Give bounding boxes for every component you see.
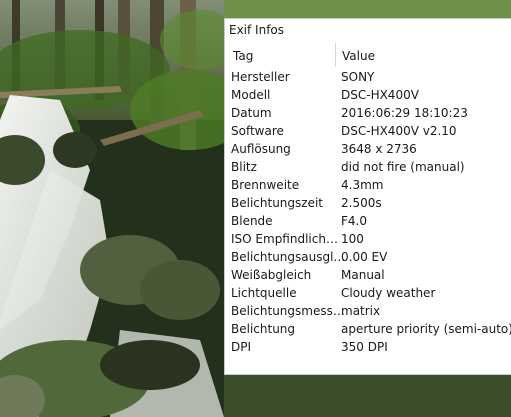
table-row[interactable]: Blende F4.0 <box>225 213 511 231</box>
table-row[interactable]: Hersteller SONY <box>225 69 511 87</box>
table-row[interactable]: Brennweite 4.3mm <box>225 177 511 195</box>
row-value: F4.0 <box>341 214 367 228</box>
table-row[interactable]: Modell DSC-HX400V <box>225 87 511 105</box>
table-row[interactable]: Belichtungsmess… matrix <box>225 303 511 321</box>
table-row[interactable]: Software DSC-HX400V v2.10 <box>225 123 511 141</box>
row-value: SONY <box>341 70 375 84</box>
table-row[interactable]: Weißabgleich Manual <box>225 267 511 285</box>
exif-table-body: Hersteller SONY Modell DSC-HX400V Datum 201… <box>225 69 511 357</box>
table-row[interactable]: Belichtungsausgl… 0.00 EV <box>225 249 511 267</box>
exif-table-header: Tag Value <box>225 46 511 68</box>
row-value: DSC-HX400V v2.10 <box>341 124 457 138</box>
table-row[interactable]: Belichtung aperture priority (semi-auto) <box>225 321 511 339</box>
column-header-tag[interactable]: Tag <box>233 49 253 63</box>
row-value: 4.3mm <box>341 178 384 192</box>
table-row[interactable]: DPI 350 DPI <box>225 339 511 357</box>
table-row[interactable]: Blitz did not fire (manual) <box>225 159 511 177</box>
table-row[interactable]: Auflösung 3648 x 2736 <box>225 141 511 159</box>
row-value: 2016:06:29 18:10:23 <box>341 106 468 120</box>
table-row[interactable]: Datum 2016:06:29 18:10:23 <box>225 105 511 123</box>
table-row[interactable]: Lichtquelle Cloudy weather <box>225 285 511 303</box>
row-value: aperture priority (semi-auto) <box>341 322 511 336</box>
row-value: Cloudy weather <box>341 286 436 300</box>
row-value: 0.00 EV <box>341 250 388 264</box>
row-value: did not fire (manual) <box>341 160 465 174</box>
row-value: Manual <box>341 268 385 282</box>
row-value: 100 <box>341 232 364 246</box>
column-divider[interactable] <box>335 43 336 67</box>
row-value: 350 DPI <box>341 340 388 354</box>
table-row[interactable]: ISO Empfindlich… 100 <box>225 231 511 249</box>
exif-info-panel: Exif Infos Tag Value Hersteller SONY Mode… <box>224 18 511 375</box>
row-value: 3648 x 2736 <box>341 142 417 156</box>
row-value: matrix <box>341 304 381 318</box>
row-value: 2.500s <box>341 196 382 210</box>
table-row[interactable]: Belichtungszeit 2.500s <box>225 195 511 213</box>
column-header-value[interactable]: Value <box>342 49 375 63</box>
row-value: DSC-HX400V <box>341 88 419 102</box>
panel-title: Exif Infos <box>229 23 285 37</box>
